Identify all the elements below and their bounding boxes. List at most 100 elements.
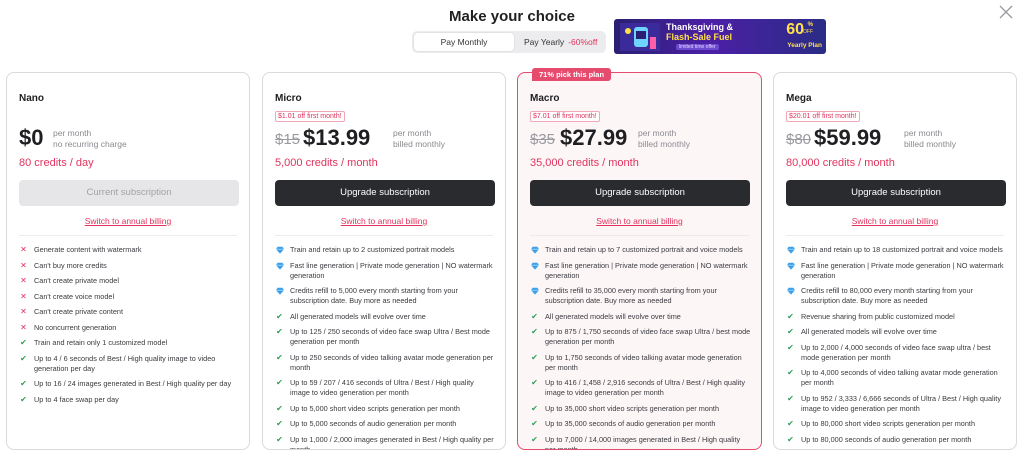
check-icon: ✔ — [276, 311, 283, 321]
feature-text: Up to 250 seconds of video talking avata… — [290, 352, 494, 372]
switch-annual-link[interactable]: Switch to annual billing — [263, 216, 505, 226]
feature-item: ✔ Up to 4,000 seconds of video talking av… — [786, 368, 1006, 388]
upgrade-subscription-button[interactable]: Upgrade subscription — [786, 180, 1006, 206]
feature-item: ✔ Up to 35,000 short video scripts genera… — [530, 404, 751, 414]
feature-item: ✔ All generated models will evolve over t… — [786, 327, 1006, 337]
feature-text: Can't create voice model — [34, 291, 115, 301]
cross-icon: ✕ — [20, 322, 27, 332]
feature-text: Up to 875 / 1,750 seconds of video face … — [545, 327, 751, 346]
feature-item: ✔ Up to 35,000 seconds of audio generatio… — [530, 419, 751, 429]
feature-item: Credits refill to 5,000 every month star… — [275, 286, 495, 306]
plan-price: $27.99 — [560, 125, 628, 150]
feature-list: Train and retain up to 2 customized port… — [275, 245, 495, 450]
feature-text: All generated models will evolve over ti… — [545, 311, 681, 321]
check-icon: ✔ — [787, 393, 794, 403]
yearly-discount-label: -60%off — [568, 37, 598, 47]
feature-text: Up to 1,000 / 2,000 images generated in … — [290, 434, 494, 450]
check-icon: ✔ — [276, 434, 283, 444]
check-icon: ✔ — [787, 311, 794, 321]
feature-text: Up to 4,000 seconds of video talking ava… — [801, 368, 998, 387]
feature-item: ✔ Up to 59 / 207 / 416 seconds of Ultra /… — [275, 378, 495, 398]
plan-credits: 5,000 credits / month — [275, 157, 378, 169]
switch-annual-link[interactable]: Switch to annual billing — [7, 216, 249, 226]
check-icon: ✔ — [276, 378, 283, 387]
feature-text: Up to 16 / 24 images generated in Best /… — [34, 379, 232, 388]
feature-item: ✔ Up to 7,000 / 14,000 images generated i… — [530, 434, 751, 450]
feature-text: Up to 35,000 seconds of audio generation… — [545, 419, 716, 428]
feature-item: Train and retain up to 18 customized por… — [786, 245, 1006, 255]
feature-item: ✔ Up to 875 / 1,750 seconds of video face… — [530, 327, 751, 347]
feature-text: All generated models will evolve over ti… — [801, 327, 937, 336]
check-icon: ✔ — [20, 394, 27, 404]
promo-off: OFF — [803, 29, 813, 35]
diamond-icon — [275, 245, 284, 255]
price-period: per month no recurring charge — [53, 128, 127, 149]
feature-text: Up to 59 / 207 / 416 seconds of Ultra / … — [290, 378, 474, 397]
feature-item: ✕ Can't buy more credits — [19, 261, 239, 271]
close-icon[interactable] — [998, 4, 1014, 20]
plan-name: Micro — [275, 93, 302, 104]
diamond-icon — [275, 286, 284, 296]
feature-text: Up to 416 / 1,458 / 2,916 seconds of Ult… — [545, 378, 745, 397]
feature-item: ✔ Up to 2,000 / 4,000 seconds of video fa… — [786, 343, 1006, 363]
diamond-icon — [275, 261, 284, 271]
diamond-icon — [530, 261, 539, 271]
switch-annual-link[interactable]: Switch to annual billing — [774, 216, 1016, 226]
diamond-icon — [530, 245, 539, 255]
feature-text: Fast line generation | Private mode gene… — [290, 260, 493, 280]
divider — [275, 235, 493, 236]
check-icon: ✔ — [787, 368, 794, 377]
promo-banner[interactable]: Thanksgiving & Flash-Sale Fuel limited t… — [614, 19, 826, 54]
plan-price: $0 — [19, 125, 44, 150]
upgrade-subscription-button[interactable]: Upgrade subscription — [530, 180, 750, 206]
plan-card-macro: Macro $7.01 off first month! $35 $27.99 … — [517, 72, 762, 450]
plan-card-mega: Mega $20.01 off first month! $80 $59.99 … — [773, 72, 1017, 450]
plan-credits: 80 credits / day — [19, 157, 94, 169]
feature-text: Fast line generation | Private mode gene… — [545, 260, 748, 280]
cross-icon: ✕ — [20, 276, 27, 285]
feature-item: ✔ Train and retain only 1 customized mode… — [19, 338, 239, 348]
feature-text: Credits refill to 5,000 every month star… — [290, 286, 458, 305]
feature-item: ✔ Up to 4 face swap per day — [19, 395, 239, 405]
plan-card-nano: Nano $0 per month no recurring charge 80 … — [6, 72, 250, 450]
check-icon: ✔ — [787, 327, 794, 336]
plan-credits: 35,000 credits / month — [530, 157, 639, 169]
check-icon: ✔ — [531, 352, 538, 362]
cross-icon: ✕ — [20, 245, 27, 254]
pay-yearly-tab[interactable]: Pay Yearly — [514, 33, 574, 51]
switch-annual-link[interactable]: Switch to annual billing — [518, 216, 761, 226]
promo-line3: limited time offer — [676, 44, 719, 50]
feature-item: ✔ Up to 16 / 24 images generated in Best … — [19, 379, 239, 389]
feature-text: Up to 80,000 short video scripts generat… — [801, 419, 976, 428]
check-icon: ✔ — [276, 352, 283, 362]
feature-item: ✔ Up to 5,000 seconds of audio generation… — [275, 419, 495, 429]
feature-list: Train and retain up to 18 customized por… — [786, 245, 1006, 449]
promo-line1: Thanksgiving & — [666, 22, 734, 32]
diamond-icon — [530, 286, 539, 296]
feature-item: Fast line generation | Private mode gene… — [786, 261, 1006, 281]
feature-text: Train and retain up to 7 customized port… — [545, 245, 743, 254]
feature-item: Fast line generation | Private mode gene… — [530, 261, 751, 281]
feature-list: ✕ Generate content with watermark ✕ Can't b… — [19, 245, 239, 410]
feature-text: Up to 7,000 / 14,000 images generated in… — [545, 434, 741, 450]
feature-item: ✔ Up to 250 seconds of video talking avat… — [275, 353, 495, 373]
cross-icon: ✕ — [20, 307, 27, 316]
feature-text: Up to 5,000 seconds of audio generation … — [290, 419, 457, 428]
original-price: $80 — [786, 131, 812, 148]
cross-icon: ✕ — [20, 260, 27, 270]
feature-text: Can't create private content — [34, 307, 124, 316]
pay-monthly-tab[interactable]: Pay Monthly — [414, 33, 514, 51]
discount-tag: $20.01 off first month! — [786, 111, 860, 122]
feature-item: ✔ All generated models will evolve over t… — [530, 312, 751, 322]
feature-text: Can't create private model — [34, 276, 119, 285]
feature-item: ✔ Up to 1,750 seconds of video talking av… — [530, 353, 751, 373]
rocket-icon — [620, 23, 660, 51]
feature-item: ✕ Can't create voice model — [19, 292, 239, 302]
plan-price: $13.99 — [303, 125, 371, 150]
original-price: $15 — [275, 131, 301, 148]
promo-line2: Flash-Sale Fuel — [666, 32, 733, 42]
upgrade-subscription-button[interactable]: Upgrade subscription — [275, 180, 495, 206]
feature-text: Fast line generation | Private mode gene… — [801, 260, 1004, 280]
feature-text: Up to 5,000 short video scripts generati… — [290, 403, 460, 413]
feature-text: Up to 35,000 short video scripts generat… — [545, 403, 720, 413]
